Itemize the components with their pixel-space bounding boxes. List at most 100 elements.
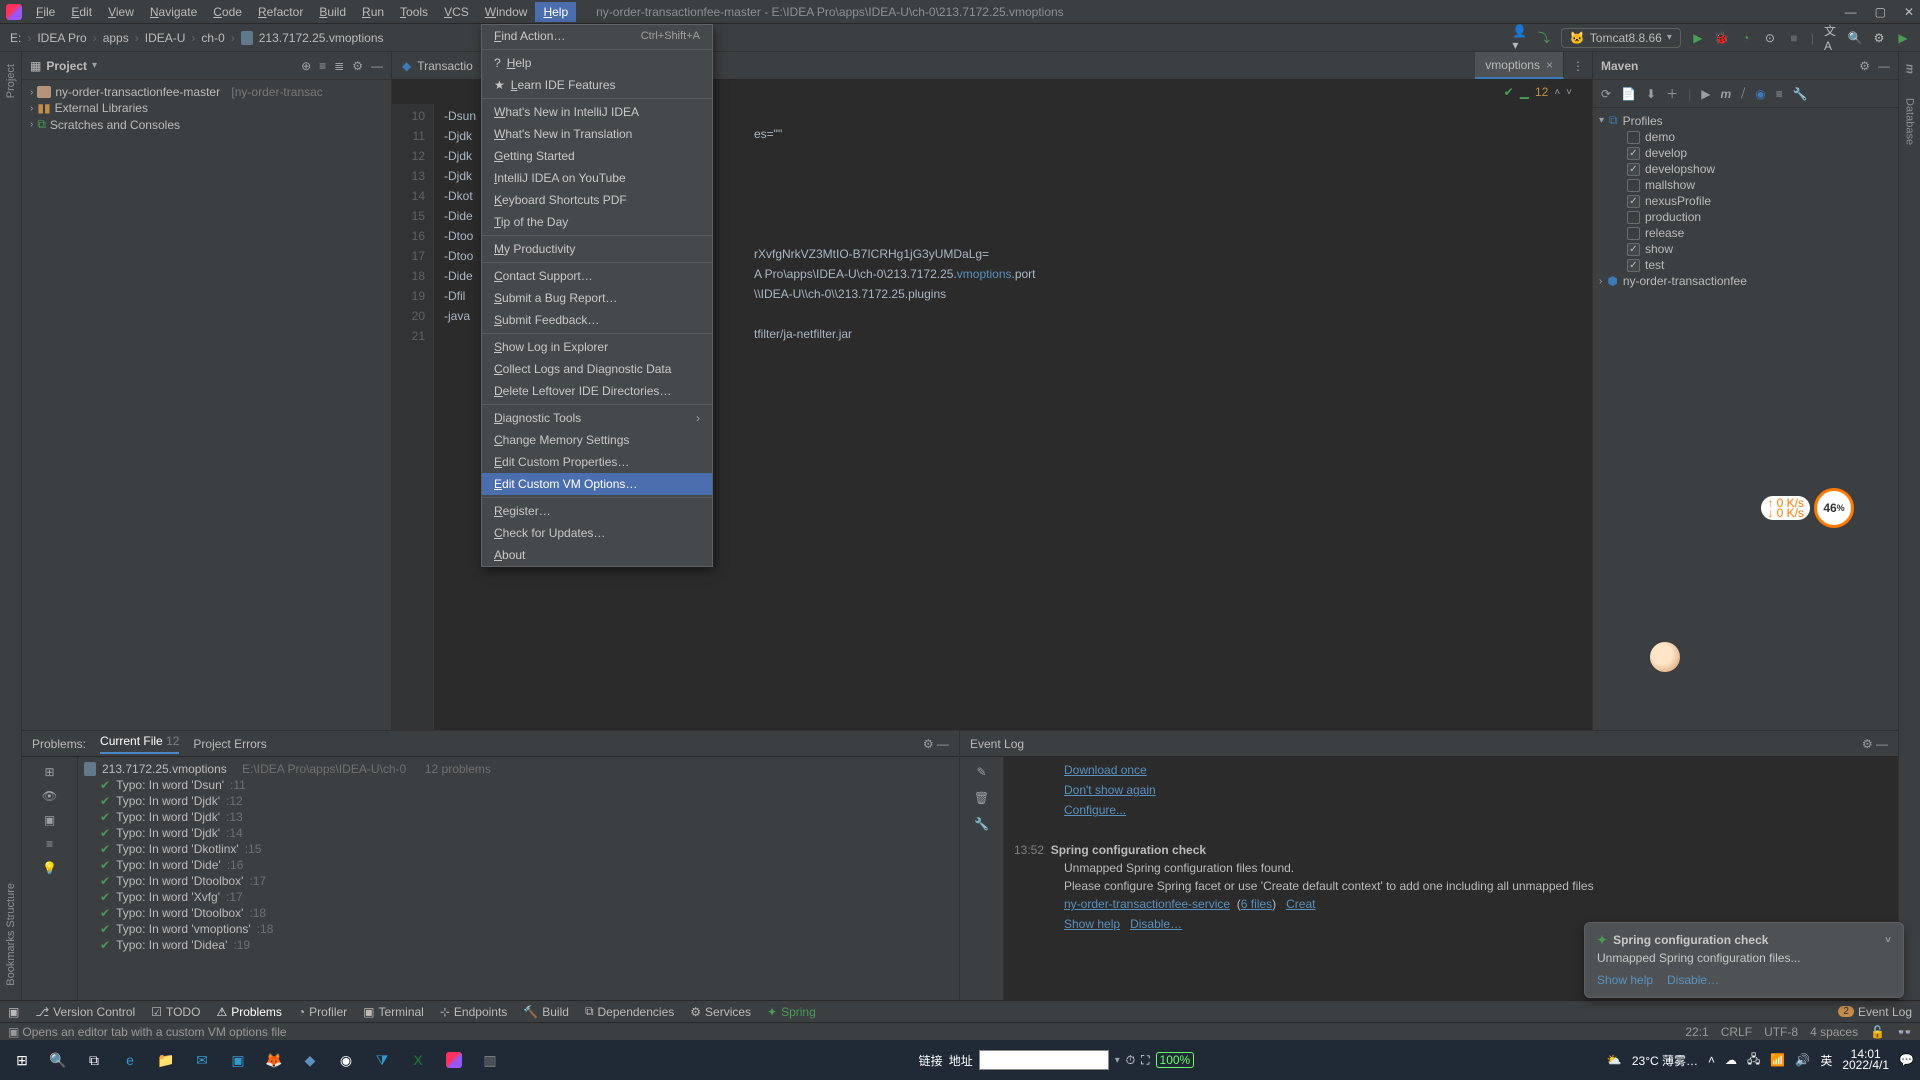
reader-icon[interactable]: 👓 xyxy=(1897,1025,1912,1039)
maven-tool-button[interactable]: m xyxy=(1904,58,1916,80)
problem-item[interactable]: ✔Typo: In word 'Didea' :19 xyxy=(84,937,953,953)
offline-icon[interactable]: ◉ xyxy=(1755,87,1765,101)
link-download-once[interactable]: Download once xyxy=(1064,763,1147,777)
menu-tools[interactable]: Tools xyxy=(392,2,436,22)
help-item[interactable]: What's New in Translation xyxy=(482,123,712,145)
notif-icon[interactable]: 💬 xyxy=(1899,1053,1914,1067)
edge-icon[interactable]: e xyxy=(114,1044,146,1076)
wrench-icon[interactable]: 🔧 xyxy=(1793,87,1808,101)
checkbox[interactable] xyxy=(1627,179,1640,192)
hammer-icon[interactable]: ⤵ xyxy=(1537,31,1551,45)
tab-current-file[interactable]: Current File 12 xyxy=(100,734,179,754)
tw-todo[interactable]: ☑ TODO xyxy=(151,1005,200,1019)
chevron-down-icon[interactable]: ˅ xyxy=(1885,935,1891,946)
tray-wifi-icon[interactable]: 📶 xyxy=(1770,1053,1785,1067)
tray-ime-icon[interactable]: 英 xyxy=(1820,1052,1832,1069)
search-icon[interactable]: 🔍 xyxy=(42,1044,74,1076)
profile-release[interactable]: release xyxy=(1599,225,1892,241)
tray-vol-icon[interactable]: 🔊 xyxy=(1795,1053,1810,1067)
tray-net-icon[interactable]: 🖧 xyxy=(1747,1050,1760,1071)
gear-icon[interactable]: ⚙ — xyxy=(923,737,949,751)
status-icon[interactable]: ▣ xyxy=(8,1025,19,1039)
firefox-icon[interactable]: 🦊 xyxy=(258,1044,290,1076)
dock-icon[interactable]: ▣ xyxy=(44,813,55,827)
hide-icon[interactable]: — xyxy=(1878,59,1890,73)
minimize-icon[interactable]: — xyxy=(1845,5,1857,19)
link-files[interactable]: 6 files xyxy=(1241,897,1272,911)
encoding[interactable]: UTF-8 xyxy=(1764,1025,1798,1039)
add-icon[interactable]: ＋ xyxy=(1666,85,1678,102)
tw-icon[interactable]: ▣ xyxy=(8,1005,19,1019)
breadcrumb[interactable]: E:›IDEA Pro›apps›IDEA-U›ch-0›213.7172.25… xyxy=(10,31,384,45)
profile-button[interactable]: ⊙ xyxy=(1763,31,1777,45)
menu-file[interactable]: File xyxy=(28,2,63,22)
menu-run[interactable]: Run xyxy=(354,2,392,22)
help-item[interactable]: Keyboard Shortcuts PDF xyxy=(482,189,712,211)
chevron-down-icon[interactable]: ▾ xyxy=(92,60,97,71)
explorer-icon[interactable]: 📁 xyxy=(150,1044,182,1076)
project-tool-button[interactable]: Project xyxy=(5,58,17,104)
menu-vcs[interactable]: VCS xyxy=(436,2,477,22)
tw-spring[interactable]: ✦ Spring xyxy=(767,1005,816,1019)
help-item[interactable]: Show Log in Explorer xyxy=(482,336,712,358)
help-item[interactable]: Submit a Bug Report… xyxy=(482,287,712,309)
line-sep[interactable]: CRLF xyxy=(1721,1025,1752,1039)
problem-item[interactable]: ✔Typo: In word 'Xvfg' :17 xyxy=(84,889,953,905)
help-item[interactable]: Submit Feedback… xyxy=(482,309,712,331)
maven-tree[interactable]: ▾⧉Profiles demodevelopdevelopshowmallsho… xyxy=(1593,108,1898,293)
notif-disable[interactable]: Disable… xyxy=(1667,973,1719,987)
help-item[interactable]: IntelliJ IDEA on YouTube xyxy=(482,167,712,189)
run-config-selector[interactable]: 🐱 Tomcat8.8.66 ▾ xyxy=(1561,28,1681,48)
checkbox[interactable] xyxy=(1627,243,1640,256)
notification-balloon[interactable]: ✦Spring configuration check˅ Unmapped Sp… xyxy=(1584,922,1904,998)
problem-item[interactable]: ✔Typo: In word 'Dide' :16 xyxy=(84,857,953,873)
trash-icon[interactable]: 🗑 xyxy=(974,791,989,805)
problem-item[interactable]: ✔Typo: In word 'vmoptions' :18 xyxy=(84,921,953,937)
help-item[interactable]: Tip of the Day xyxy=(482,211,712,233)
link-configure[interactable]: Configure... xyxy=(1064,803,1126,817)
tw-problems[interactable]: ⚠ Problems xyxy=(216,1005,281,1019)
skip-icon[interactable]: ⧸ xyxy=(1741,86,1745,101)
debug-button[interactable]: 🐞 xyxy=(1715,31,1729,45)
menu-build[interactable]: Build xyxy=(311,2,354,22)
problem-item[interactable]: ✔Typo: In word 'Dtoolbox' :17 xyxy=(84,873,953,889)
idea-icon[interactable] xyxy=(438,1044,470,1076)
joy-icon[interactable]: ▶ xyxy=(1896,31,1910,45)
tw-event-log[interactable]: 2 Event Log xyxy=(1838,1005,1912,1019)
address-input[interactable] xyxy=(979,1050,1109,1070)
help-item[interactable]: Delete Leftover IDE Directories… xyxy=(482,380,712,402)
link-dont-show[interactable]: Don't show again xyxy=(1064,783,1156,797)
intent-icon[interactable]: 💡 xyxy=(42,861,57,875)
checkbox[interactable] xyxy=(1627,147,1640,160)
tw-terminal[interactable]: ▣ Terminal xyxy=(363,1005,424,1019)
help-item[interactable]: My Productivity xyxy=(482,238,712,260)
tw-profiler[interactable]: ◔ Profiler xyxy=(298,1005,347,1019)
problem-item[interactable]: ✔Typo: In word 'Dkotlinx' :15 xyxy=(84,841,953,857)
excel-icon[interactable]: X xyxy=(402,1044,434,1076)
checkbox[interactable] xyxy=(1627,259,1640,272)
problem-item[interactable]: ✔Typo: In word 'Dsun' :11 xyxy=(84,777,953,793)
problem-item[interactable]: ✔Typo: In word 'Dtoolbox' :18 xyxy=(84,905,953,921)
weather-icon[interactable]: ⛅ xyxy=(1607,1053,1622,1067)
mail-icon[interactable]: ✉ xyxy=(186,1044,218,1076)
run-button[interactable]: ▶ xyxy=(1691,31,1705,45)
download-icon[interactable]: ⬇ xyxy=(1646,87,1656,101)
problem-item[interactable]: ✔Typo: In word 'Djdk' :14 xyxy=(84,825,953,841)
translate-icon[interactable]: 文A xyxy=(1824,31,1838,45)
gear-icon[interactable]: ⚙ — xyxy=(1862,737,1888,751)
help-item[interactable]: Edit Custom Properties… xyxy=(482,451,712,473)
lock-icon[interactable]: 🔓 xyxy=(1870,1025,1885,1039)
link-show-help[interactable]: Show help xyxy=(1064,917,1120,931)
link-service[interactable]: ny-order-transactionfee-service xyxy=(1064,897,1230,911)
notif-show-help[interactable]: Show help xyxy=(1597,973,1653,987)
help-item[interactable]: Change Memory Settings xyxy=(482,429,712,451)
vscode-icon[interactable]: ⧩ xyxy=(366,1044,398,1076)
gear-icon[interactable]: ⚙ xyxy=(1859,59,1870,73)
help-item[interactable]: Diagnostic Tools xyxy=(482,407,712,429)
profile-develop[interactable]: develop xyxy=(1599,145,1892,161)
m-icon[interactable]: m xyxy=(1720,87,1731,101)
checkbox[interactable] xyxy=(1627,227,1640,240)
profile-developshow[interactable]: developshow xyxy=(1599,161,1892,177)
chevron-up-icon[interactable]: ˄ xyxy=(1554,87,1560,98)
problem-item[interactable]: ✔Typo: In word 'Djdk' :12 xyxy=(84,793,953,809)
